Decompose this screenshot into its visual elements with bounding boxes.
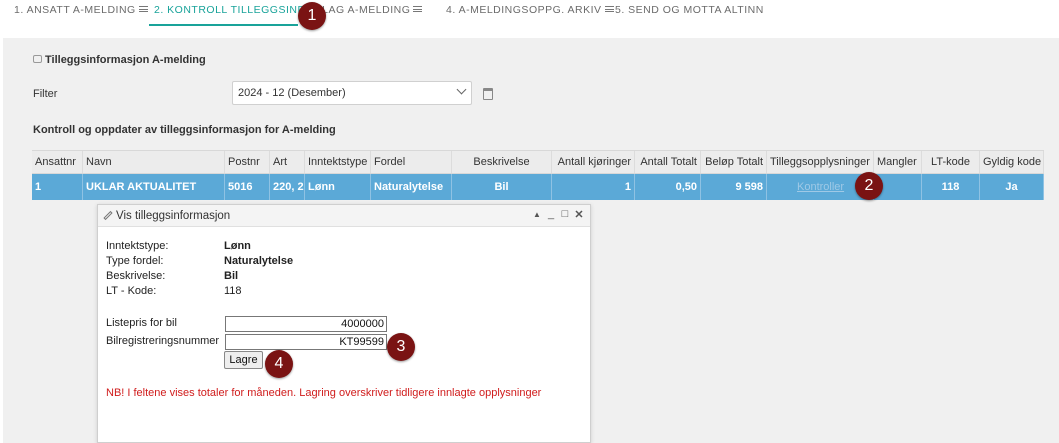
maximize-icon[interactable]: □: [559, 208, 571, 220]
col-beskrivelse[interactable]: Beskrivelse: [452, 151, 552, 173]
col-fordel[interactable]: Fordel: [371, 151, 452, 173]
cell-navn: UKLAR AKTUALITET: [83, 174, 225, 200]
comment-icon: [33, 55, 42, 63]
filter-value: 2024 - 12 (Desember): [238, 87, 346, 99]
listepris-input[interactable]: 4000000: [225, 316, 387, 332]
col-antall-kjoringer[interactable]: Antall kjøringer: [552, 151, 635, 173]
menu-icon: [604, 6, 614, 12]
inntektstype-label: Inntektstype:: [106, 240, 169, 252]
dialog-title: Vis tilleggsinformasjon: [103, 210, 230, 222]
save-button[interactable]: Lagre: [224, 351, 263, 369]
type-fordel-value: Naturalytelse: [224, 255, 294, 267]
close-icon[interactable]: ✕: [573, 208, 585, 221]
tab-label: 5. SEND OG MOTTA ALTINN: [615, 4, 764, 16]
data-grid: Ansattnr Navn Postnr Art Inntektstype Fo…: [32, 150, 1044, 200]
cell-belop-totalt: 9 598: [701, 174, 767, 200]
tab-ansatt-a-melding[interactable]: 1. ANSATT A-MELDING: [14, 4, 148, 16]
bilregistreringsnummer-input[interactable]: KT99599: [225, 334, 387, 350]
section-title: Tilleggsinformasjon A-melding: [33, 54, 206, 66]
tab-lag-a-melding[interactable]: 3. LAG A-MELDING: [309, 4, 423, 16]
col-ansattnr[interactable]: Ansattnr: [32, 151, 83, 173]
cell-inntektstype: Lønn: [305, 174, 371, 200]
tilleggsinfo-dialog: Vis tilleggsinformasjon ▲ _ □ ✕ Inntekts…: [97, 204, 591, 443]
kontroller-link[interactable]: Kontroller: [797, 181, 844, 193]
step-badge-1: 1: [298, 2, 326, 30]
listepris-label: Listepris for bil: [106, 317, 177, 329]
tab-kontroll-tilleggsinfo[interactable]: 2. KONTROLL TILLEGGSINFO: [154, 4, 313, 16]
warning-note: NB! I feltene vises totaler for måneden.…: [106, 387, 542, 399]
col-belop-totalt[interactable]: Beløp Totalt: [701, 151, 767, 173]
beskrivelse-value: Bil: [224, 270, 239, 282]
wizard-tabs: 1. ANSATT A-MELDING 2. KONTROLL TILLEGGS…: [0, 0, 1059, 38]
active-tab-indicator: [149, 24, 298, 26]
minimize-icon[interactable]: _: [545, 208, 557, 220]
col-art[interactable]: Art: [270, 151, 305, 173]
cell-antall-totalt: 0,50: [635, 174, 701, 200]
lt-kode-label: LT - Kode:: [106, 285, 157, 297]
col-navn[interactable]: Navn: [83, 151, 225, 173]
step-badge-2: 2: [855, 172, 883, 200]
col-tilleggsopplysninger[interactable]: Tilleggsopplysninger: [767, 151, 874, 173]
col-mangler[interactable]: Mangler: [874, 151, 922, 173]
tab-label: 2. KONTROLL TILLEGGSINFO: [154, 4, 314, 16]
chevron-down-icon: [456, 84, 467, 95]
dialog-header[interactable]: Vis tilleggsinformasjon ▲ _ □ ✕: [98, 205, 590, 227]
cell-ansattnr: 1: [32, 174, 83, 200]
filter-label: Filter: [33, 88, 58, 100]
step-badge-3: 3: [387, 333, 415, 361]
table-row[interactable]: 1 UKLAR AKTUALITET 5016 220, 22 Lønn Nat…: [32, 174, 1044, 200]
tab-send-og-motta-altinn[interactable]: 5. SEND OG MOTTA ALTINN: [615, 4, 764, 16]
col-antall-totalt[interactable]: Antall Totalt: [635, 151, 701, 173]
tab-label: 1. ANSATT A-MELDING: [14, 4, 136, 16]
col-lt-kode[interactable]: LT-kode: [922, 151, 980, 173]
col-postnr[interactable]: Postnr: [225, 151, 270, 173]
step-badge-4: 4: [265, 350, 293, 378]
type-fordel-label: Type fordel:: [106, 255, 164, 267]
pencil-icon: [103, 210, 113, 221]
col-inntektstype[interactable]: Inntektstype: [305, 151, 371, 173]
grid-title: Kontroll og oppdater av tilleggsinformas…: [33, 124, 336, 136]
dialog-title-text: Vis tilleggsinformasjon: [116, 210, 231, 222]
lt-kode-value: 118: [224, 285, 242, 297]
cell-gyldig-kode: Ja: [980, 174, 1044, 200]
col-gyldig-kode[interactable]: Gyldig kode: [980, 151, 1044, 173]
tab-a-meldingsoppg-arkiv[interactable]: 4. A-MELDINGSOPPG. ARKIV: [446, 4, 614, 16]
filter-select[interactable]: 2024 - 12 (Desember): [232, 81, 472, 105]
inntektstype-value: Lønn: [224, 240, 251, 252]
cell-art: 220, 22: [270, 174, 305, 200]
beskrivelse-label: Beskrivelse:: [106, 270, 166, 282]
cell-beskrivelse: Bil: [452, 174, 552, 200]
cell-lt-kode: 118: [922, 174, 980, 200]
grid-header: Ansattnr Navn Postnr Art Inntektstype Fo…: [32, 150, 1044, 174]
cell-postnr: 5016: [225, 174, 270, 200]
cell-antall-kjoringer: 1: [552, 174, 635, 200]
calendar-icon[interactable]: [483, 88, 493, 100]
menu-icon: [138, 6, 148, 12]
collapse-icon[interactable]: ▲: [531, 210, 543, 219]
bilregistreringsnummer-label: Bilregistreringsnummer: [106, 335, 220, 347]
tab-label: 4. A-MELDINGSOPPG. ARKIV: [446, 4, 602, 16]
menu-icon: [413, 6, 423, 12]
section-title-text: Tilleggsinformasjon A-melding: [45, 54, 206, 66]
cell-fordel: Naturalytelse: [371, 174, 452, 200]
